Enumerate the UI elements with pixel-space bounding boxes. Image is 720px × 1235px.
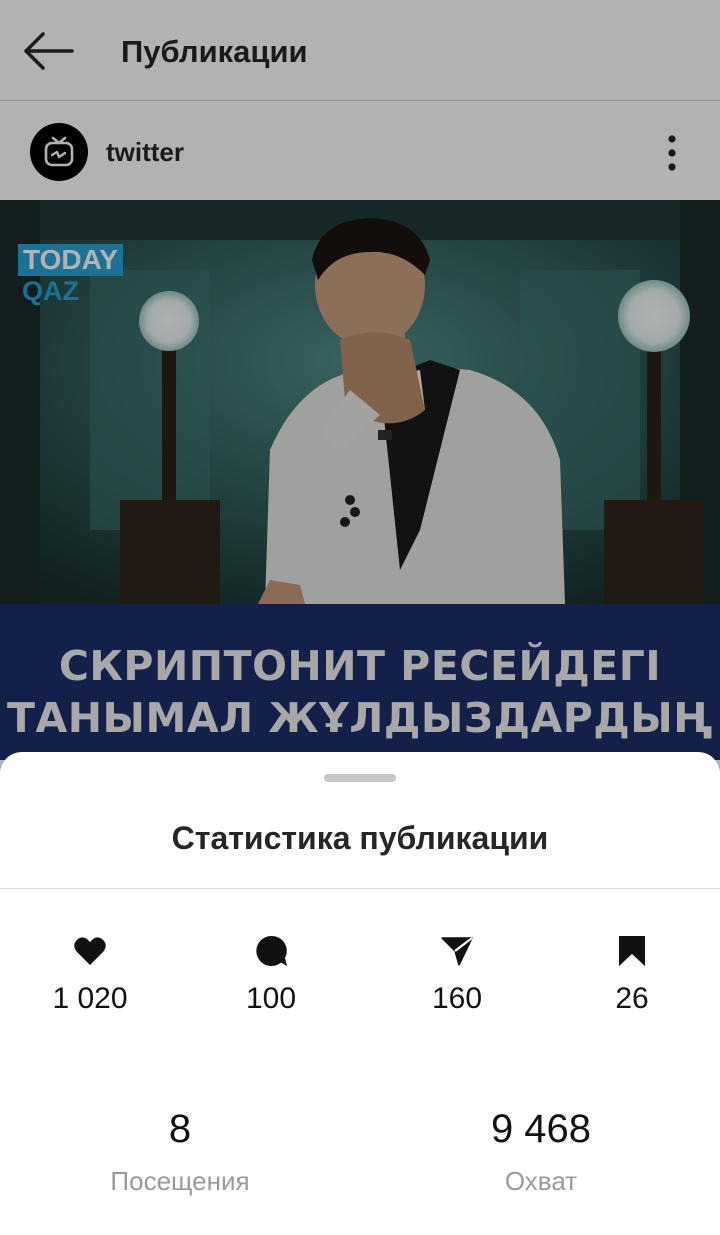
divider bbox=[0, 888, 720, 889]
comment-icon bbox=[256, 935, 287, 966]
stat-comments: 100 bbox=[201, 932, 341, 1016]
bookmark-icon bbox=[619, 936, 645, 966]
stat-likes: 1 020 bbox=[20, 932, 160, 1016]
stat-shares: 160 bbox=[387, 932, 527, 1016]
stat-saves: 26 bbox=[562, 932, 702, 1016]
insights-sheet: Статистика публикации 1 020 100 160 26 8… bbox=[0, 752, 720, 1235]
stat-visits: 8 Посещения bbox=[110, 1107, 250, 1196]
stat-reach: 9 468 Охват bbox=[490, 1107, 592, 1196]
sheet-drag-handle[interactable] bbox=[324, 774, 396, 782]
sheet-title: Статистика публикации bbox=[171, 820, 549, 856]
send-icon bbox=[441, 937, 473, 966]
heart-icon bbox=[74, 937, 106, 965]
